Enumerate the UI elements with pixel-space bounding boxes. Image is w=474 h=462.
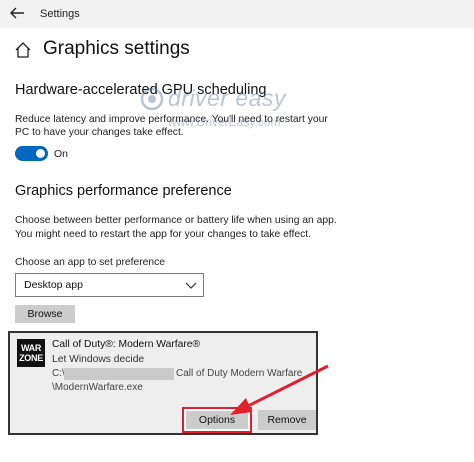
app-preference: Let Windows decide — [52, 354, 145, 365]
title-bar: Settings — [0, 0, 474, 28]
browse-button[interactable]: Browse — [15, 305, 75, 323]
app-path-prefix: C:\ — [52, 368, 65, 379]
performance-preference-description-line1: Choose between better performance or bat… — [15, 215, 337, 226]
logo-line1: WAR — [20, 343, 42, 353]
toggle-state-label: On — [54, 148, 69, 160]
watermark: driver easy www.DriverEasy.com — [140, 85, 310, 135]
chevron-down-icon — [185, 282, 197, 289]
gpu-scheduling-toggle[interactable] — [15, 146, 48, 161]
watermark-url: www.DriverEasy.com — [168, 115, 281, 129]
performance-preference-heading: Graphics performance preference — [15, 183, 232, 199]
performance-preference-description-line2: You might need to restart the app for yo… — [15, 229, 311, 240]
page-title: Graphics settings — [43, 38, 190, 59]
redacted-path-segment — [64, 368, 174, 380]
app-name: Call of Duty®: Modern Warfare® — [52, 339, 201, 350]
app-type-dropdown-value: Desktop app — [24, 279, 83, 291]
annotation-arrow-icon — [230, 364, 329, 415]
driver-easy-logo-icon — [140, 87, 164, 111]
app-type-label: Choose an app to set preference — [15, 257, 165, 268]
home-icon — [15, 42, 31, 58]
logo-line2: ZONE — [19, 353, 43, 363]
watermark-brand: driver easy — [168, 85, 286, 111]
toggle-knob — [36, 149, 45, 158]
warzone-app-logo: WAR ZONE — [17, 339, 45, 367]
back-arrow-icon[interactable] — [8, 5, 26, 21]
app-path-line2: \ModernWarfare.exe — [52, 382, 143, 393]
app-type-dropdown[interactable]: Desktop app — [15, 273, 204, 297]
window-title: Settings — [40, 8, 80, 20]
